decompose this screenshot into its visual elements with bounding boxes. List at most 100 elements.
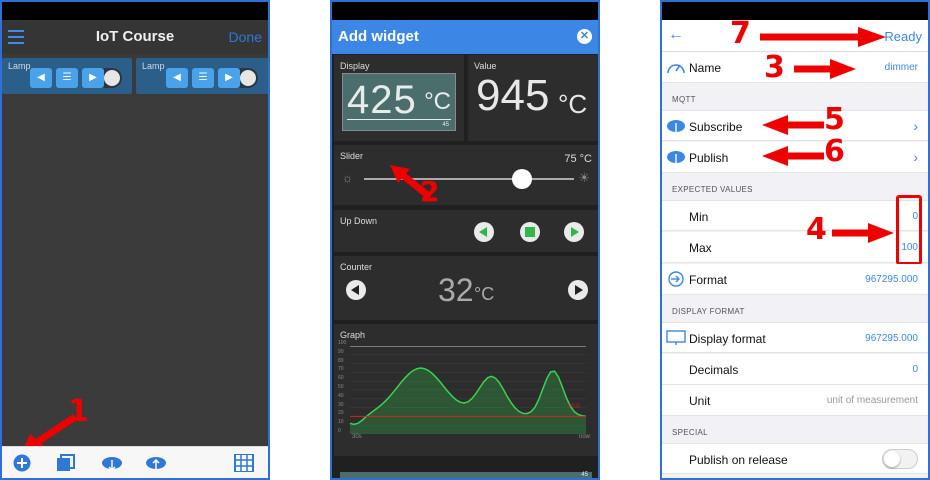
annotation-arrow-7	[760, 27, 886, 47]
decimals-value[interactable]: 0	[912, 364, 918, 375]
name-value: dimmer	[884, 62, 918, 73]
graph-widget-option[interactable]: Graph 100 90 80 70 60 50 40 30 20 10 0 20.0 30s no…	[334, 324, 598, 456]
status-bar	[332, 2, 598, 20]
publish-on-release-toggle[interactable]	[882, 449, 918, 469]
graph-y-tick: 70	[338, 366, 344, 373]
done-button[interactable]: Done	[229, 29, 262, 45]
annotation-arrow-4	[832, 223, 894, 243]
stop-button[interactable]	[520, 222, 540, 242]
annotation-7: 7	[730, 16, 751, 51]
annotation-arrow-3	[794, 59, 856, 79]
left-arrow-button[interactable]: ◀	[30, 68, 52, 88]
graph-y-tick: 30	[338, 401, 344, 408]
slider-thumb[interactable]	[511, 169, 532, 189]
down-button[interactable]	[474, 222, 494, 242]
name-label: Name	[689, 61, 722, 75]
cloud-download-icon[interactable]	[100, 454, 124, 472]
left-arrow-button[interactable]: ◀	[166, 68, 188, 88]
graph-y-tick: 20	[338, 410, 344, 417]
sun-bright-icon: ☀	[578, 170, 590, 185]
slider-label: Slider	[340, 151, 364, 161]
graph-y-tick: 80	[338, 357, 344, 364]
decimals-label: Decimals	[689, 363, 739, 377]
cloud-upload-icon[interactable]	[144, 454, 168, 472]
nav-bar: IoT Course Done	[2, 20, 268, 54]
value-widget-option[interactable]: Value 945 °C	[468, 55, 598, 141]
slider-widget-option[interactable]: Slider 75 °C ☼ ☀ 2	[334, 145, 598, 208]
updown-widget-option[interactable]: Up Down	[334, 210, 598, 252]
format-value: 967295.000	[865, 274, 918, 285]
annotation-3: 3	[764, 50, 785, 85]
annotation-2: 2	[420, 175, 440, 208]
graph-y-axis: 100 90 80 70 60 50 40 30 20 10 0	[338, 340, 350, 434]
updown-label: Up Down	[340, 216, 378, 226]
nav-bar: Add widget ✕	[332, 20, 598, 54]
graph-y-tick: 10	[338, 419, 344, 426]
format-row[interactable]: Format 967295.000	[662, 264, 928, 295]
preview-small: 45	[581, 472, 588, 478]
display-format-row[interactable]: Display format 967295.000	[662, 322, 928, 353]
status-bar	[2, 2, 268, 20]
display-widget-option[interactable]: Display 425 °C 45	[334, 55, 464, 141]
ready-button[interactable]: Ready	[884, 29, 922, 44]
chevron-right-icon: ›	[913, 118, 918, 134]
gauge-icon	[667, 64, 685, 74]
right-arrow-button[interactable]: ▶	[82, 68, 104, 88]
unit-input[interactable]: unit of measurement	[827, 395, 918, 406]
graph-canvas	[350, 346, 586, 434]
phone-add-widget: Add widget ✕ Display 425 °C 45 Value 945…	[330, 0, 600, 480]
graph-threshold-label: 20.0	[568, 404, 580, 410]
special-section-header: SPECIAL	[672, 428, 708, 437]
counter-widget-option[interactable]: Counter 32 °C	[334, 256, 598, 320]
monitor-icon	[666, 330, 686, 345]
sun-dim-icon: ☼	[342, 171, 353, 185]
unit-row[interactable]: Unit unit of measurement	[662, 385, 928, 416]
menu-button[interactable]: ☰	[56, 68, 78, 88]
max-label: Max	[689, 241, 712, 255]
annotation-5: 5	[824, 102, 845, 137]
publish-on-release-label: Publish on release	[689, 453, 788, 467]
graph-x-start: 30s	[352, 434, 362, 440]
graph-y-tick: 90	[338, 348, 344, 355]
add-icon[interactable]	[12, 454, 32, 472]
increment-button[interactable]	[568, 280, 588, 300]
display-format-label: Display format	[689, 332, 766, 346]
phone-widget-settings: ← Ready 7 Name dimmer 3 MQTT Subscribe ›…	[660, 0, 930, 480]
unit-label: Unit	[689, 394, 711, 408]
format-arrow-icon	[668, 271, 684, 287]
lamp-label: Lamp	[8, 61, 31, 71]
lamp-label: Lamp	[142, 61, 165, 71]
lamp-widget[interactable]: Lamp ◀ ☰ ▶	[2, 58, 132, 94]
counter-value: 32	[438, 272, 474, 308]
publish-on-release-row[interactable]: Publish on release	[662, 443, 928, 474]
publish-label: Publish	[689, 151, 729, 165]
decrement-button[interactable]	[346, 280, 366, 300]
cloud-upload-icon	[667, 151, 685, 163]
annotation-arrow-5	[762, 115, 824, 135]
min-label: Min	[689, 210, 709, 224]
lamp-widget[interactable]: Lamp ◀ ☰ ▶	[136, 58, 268, 94]
display-label: Display	[340, 61, 370, 71]
chevron-right-icon: ›	[913, 149, 918, 165]
copy-icon[interactable]	[56, 454, 76, 472]
up-button[interactable]	[564, 222, 584, 242]
right-arrow-button[interactable]: ▶	[218, 68, 240, 88]
phone-dashboard: IoT Course Done Lamp ◀ ☰ ▶ Lamp ◀ ☰ ▶ 1	[0, 0, 270, 480]
display-format-value: 967295.000	[865, 333, 918, 344]
graph-y-tick: 100	[338, 340, 347, 346]
value-number: 945	[476, 71, 550, 120]
page-title: Add widget	[338, 28, 419, 45]
close-icon[interactable]: ✕	[577, 29, 592, 44]
grid-icon[interactable]	[234, 454, 254, 472]
status-bar	[662, 2, 928, 20]
cloud-download-icon	[667, 120, 685, 132]
decimals-row[interactable]: Decimals 0	[662, 354, 928, 385]
format-label: Format	[689, 273, 728, 287]
display-value: 425	[347, 78, 417, 122]
display-format-section-header: DISPLAY FORMAT	[672, 307, 745, 316]
annotation-arrow-6	[762, 146, 824, 166]
menu-button[interactable]: ☰	[192, 68, 214, 88]
value-unit: °C	[558, 89, 588, 119]
graph-y-tick: 60	[338, 375, 344, 382]
back-arrow-icon[interactable]: ←	[668, 26, 684, 44]
